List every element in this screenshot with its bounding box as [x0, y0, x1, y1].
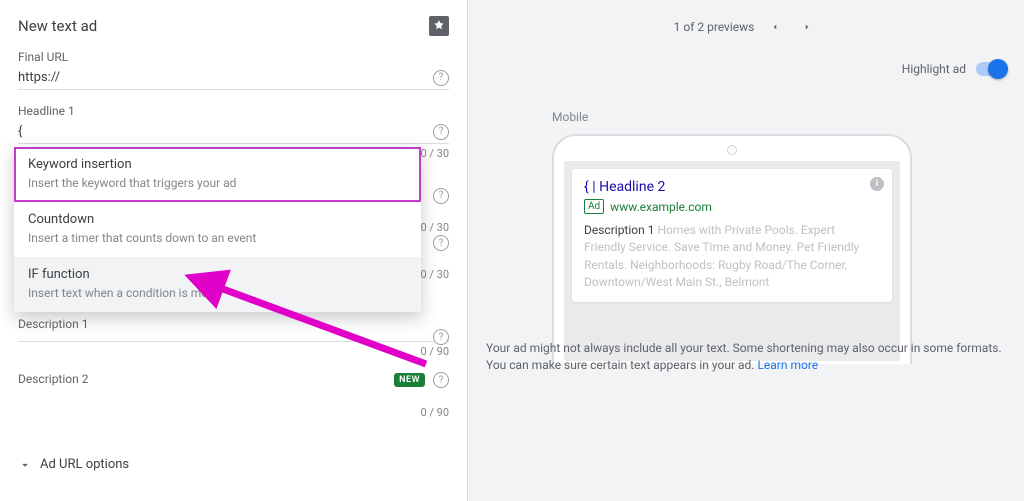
learn-more-link[interactable]: Learn more [757, 358, 818, 372]
suggestion-title: Countdown [28, 212, 407, 227]
headline1-value: { [18, 124, 22, 139]
preview-prev-button[interactable] [764, 16, 786, 38]
help-icon[interactable]: ? [433, 188, 449, 204]
insertion-suggestions-dropdown: Keyword insertion Insert the keyword tha… [14, 147, 421, 312]
preview-nav: 1 of 2 previews [468, 16, 1024, 38]
headline3-counter: 0 / 30 [420, 268, 449, 281]
ad-url-options-toggle[interactable]: Ad URL options [18, 457, 449, 472]
disclaimer-text: Your ad might not always include all you… [486, 341, 1002, 372]
suggestion-desc: Insert a timer that counts down to an ev… [28, 231, 407, 245]
final-url-group: Final URL https:// ? [18, 50, 449, 90]
help-icon[interactable]: ? [433, 372, 449, 388]
toggle-on-icon [976, 62, 1006, 76]
ad-preview-panel: 1 of 2 previews Highlight ad Mobile i { … [468, 0, 1024, 501]
new-badge: NEW [394, 373, 425, 387]
headline1-input[interactable]: { ? [18, 120, 449, 144]
editor-title: New text ad [18, 17, 97, 35]
suggestion-desc: Insert text when a condition is met [28, 286, 407, 300]
description1-label: Description 1 [18, 317, 449, 331]
chevron-down-icon [18, 458, 32, 472]
final-url-value: https:// [18, 70, 60, 85]
suggestion-desc: Insert the keyword that triggers your ad [28, 176, 407, 190]
ad-editor-panel: New text ad Final URL https:// ? Headlin… [0, 0, 468, 501]
ad-description-lead: Description 1 [584, 223, 654, 237]
suggestion-keyword-insertion[interactable]: Keyword insertion Insert the keyword tha… [14, 147, 421, 202]
ad-card: i { | Headline 2 Ad www.example.com Desc… [572, 169, 892, 302]
highlight-ad-label: Highlight ad [902, 62, 966, 76]
suggestion-title: IF function [28, 267, 407, 282]
headline2-counter: 0 / 30 [420, 221, 449, 234]
description1-counter: 0 / 90 [18, 342, 449, 358]
ad-headline: { | Headline 2 [584, 179, 860, 195]
highlight-ad-toggle[interactable]: Highlight ad [902, 62, 1006, 76]
chevron-left-icon [770, 21, 780, 33]
help-icon[interactable]: ? [433, 70, 449, 86]
help-icon[interactable]: ? [433, 329, 449, 345]
preview-nav-text: 1 of 2 previews [674, 20, 755, 34]
preview-disclaimer: Your ad might not always include all you… [486, 340, 1006, 374]
final-url-input[interactable]: https:// ? [18, 66, 449, 90]
description1-group: Description 1 ? 0 / 90 [18, 317, 449, 358]
phone-screen: i { | Headline 2 Ad www.example.com Desc… [564, 161, 900, 361]
suggestion-title: Keyword insertion [28, 157, 407, 172]
ad-badge: Ad [584, 199, 604, 214]
ad-description-block: Description 1 Homes with Private Pools. … [584, 222, 860, 292]
suggestion-countdown[interactable]: Countdown Insert a timer that counts dow… [14, 202, 421, 257]
ad-url-options-label: Ad URL options [40, 457, 129, 472]
chevron-right-icon [802, 21, 812, 33]
phone-speaker-icon [727, 145, 737, 155]
ad-display-url: www.example.com [610, 200, 712, 214]
headline1-label: Headline 1 [18, 104, 449, 118]
help-icon[interactable]: ? [433, 124, 449, 140]
final-url-label: Final URL [18, 50, 449, 64]
description2-group: Description 2 NEW ? 0 / 90 [18, 372, 449, 419]
description2-label: Description 2 [18, 372, 88, 386]
info-icon[interactable]: i [870, 177, 884, 191]
phone-preview: i { | Headline 2 Ad www.example.com Desc… [552, 134, 912, 364]
pin-icon[interactable] [429, 16, 449, 36]
description2-counter: 0 / 90 [18, 388, 449, 419]
preview-next-button[interactable] [796, 16, 818, 38]
description1-input[interactable]: ? [18, 333, 449, 342]
preview-device-label: Mobile [552, 110, 588, 124]
suggestion-if-function[interactable]: IF function Insert text when a condition… [14, 257, 421, 312]
help-icon[interactable]: ? [433, 235, 449, 251]
